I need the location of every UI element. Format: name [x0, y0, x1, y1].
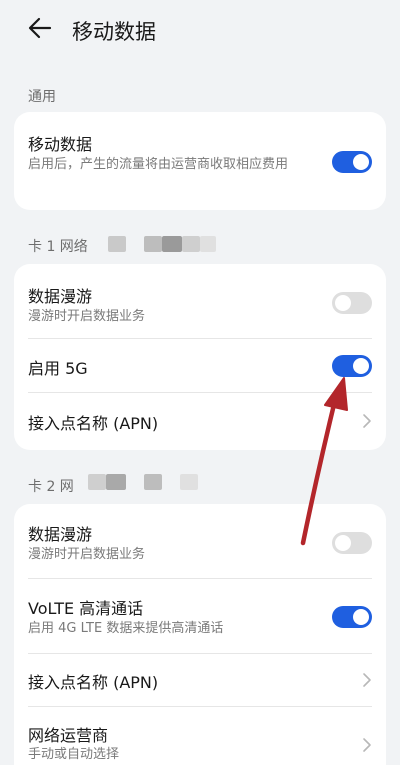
redaction-block: [144, 236, 162, 252]
redaction-block: [162, 236, 182, 252]
volte-toggle[interactable]: [332, 606, 372, 628]
page-title: 移动数据: [72, 20, 156, 44]
redaction-block: [200, 236, 216, 252]
sim2-apn-title: 接入点名称 (APN): [28, 673, 159, 692]
card-sim2: 数据漫游 漫游时开启数据业务 VoLTE 高清通话 启用 4G LTE 数据来提…: [14, 504, 386, 765]
sim1-roaming-toggle[interactable]: [332, 292, 372, 314]
back-arrow-icon[interactable]: [26, 14, 54, 42]
sim1-apn-row[interactable]: 接入点名称 (APN): [14, 393, 386, 450]
card-general: 移动数据 启用后，产生的流量将由运营商收取相应费用: [14, 112, 386, 210]
section-label-sim2: 卡 2 网: [28, 479, 74, 495]
redaction-block: [106, 474, 126, 490]
chevron-right-icon: [363, 414, 371, 428]
redaction-block: [88, 474, 106, 490]
carrier-row[interactable]: 网络运营商 手动或自动选择: [14, 707, 386, 765]
sim2-apn-row[interactable]: 接入点名称 (APN): [14, 654, 386, 706]
carrier-subtitle: 手动或自动选择: [28, 747, 120, 762]
sim1-roaming-title: 数据漫游: [28, 287, 93, 306]
sim2-roaming-title: 数据漫游: [28, 525, 93, 544]
header: 移动数据: [0, 0, 400, 60]
volte-row[interactable]: VoLTE 高清通话 启用 4G LTE 数据来提供高清通话: [14, 579, 386, 653]
section-label-sim1: 卡 1 网络: [28, 239, 88, 255]
sim2-roaming-subtitle: 漫游时开启数据业务: [28, 547, 146, 562]
volte-title: VoLTE 高清通话: [28, 599, 144, 618]
enable-5g-row[interactable]: 启用 5G: [14, 339, 386, 392]
mobile-data-toggle[interactable]: [332, 151, 372, 173]
card-sim1: 数据漫游 漫游时开启数据业务 启用 5G 接入点名称 (APN): [14, 264, 386, 450]
chevron-right-icon: [363, 673, 371, 687]
sim2-roaming-toggle[interactable]: [332, 532, 372, 554]
redaction-block: [182, 236, 200, 252]
enable-5g-title: 启用 5G: [28, 359, 88, 378]
volte-subtitle: 启用 4G LTE 数据来提供高清通话: [28, 621, 224, 636]
mobile-data-subtitle: 启用后，产生的流量将由运营商收取相应费用: [28, 157, 289, 172]
sim1-roaming-subtitle: 漫游时开启数据业务: [28, 309, 146, 324]
sim1-apn-title: 接入点名称 (APN): [28, 414, 159, 433]
redaction-block: [180, 474, 198, 490]
enable-5g-toggle[interactable]: [332, 355, 372, 377]
mobile-data-title: 移动数据: [28, 135, 93, 154]
section-label-general: 通用: [28, 89, 56, 105]
sim2-roaming-row[interactable]: 数据漫游 漫游时开启数据业务: [14, 504, 386, 578]
redaction-block: [144, 474, 162, 490]
carrier-title: 网络运营商: [28, 726, 109, 745]
mobile-data-row[interactable]: 移动数据 启用后，产生的流量将由运营商收取相应费用: [14, 112, 386, 210]
redaction-block: [108, 236, 126, 252]
chevron-right-icon: [363, 738, 371, 752]
sim1-roaming-row[interactable]: 数据漫游 漫游时开启数据业务: [14, 264, 386, 338]
